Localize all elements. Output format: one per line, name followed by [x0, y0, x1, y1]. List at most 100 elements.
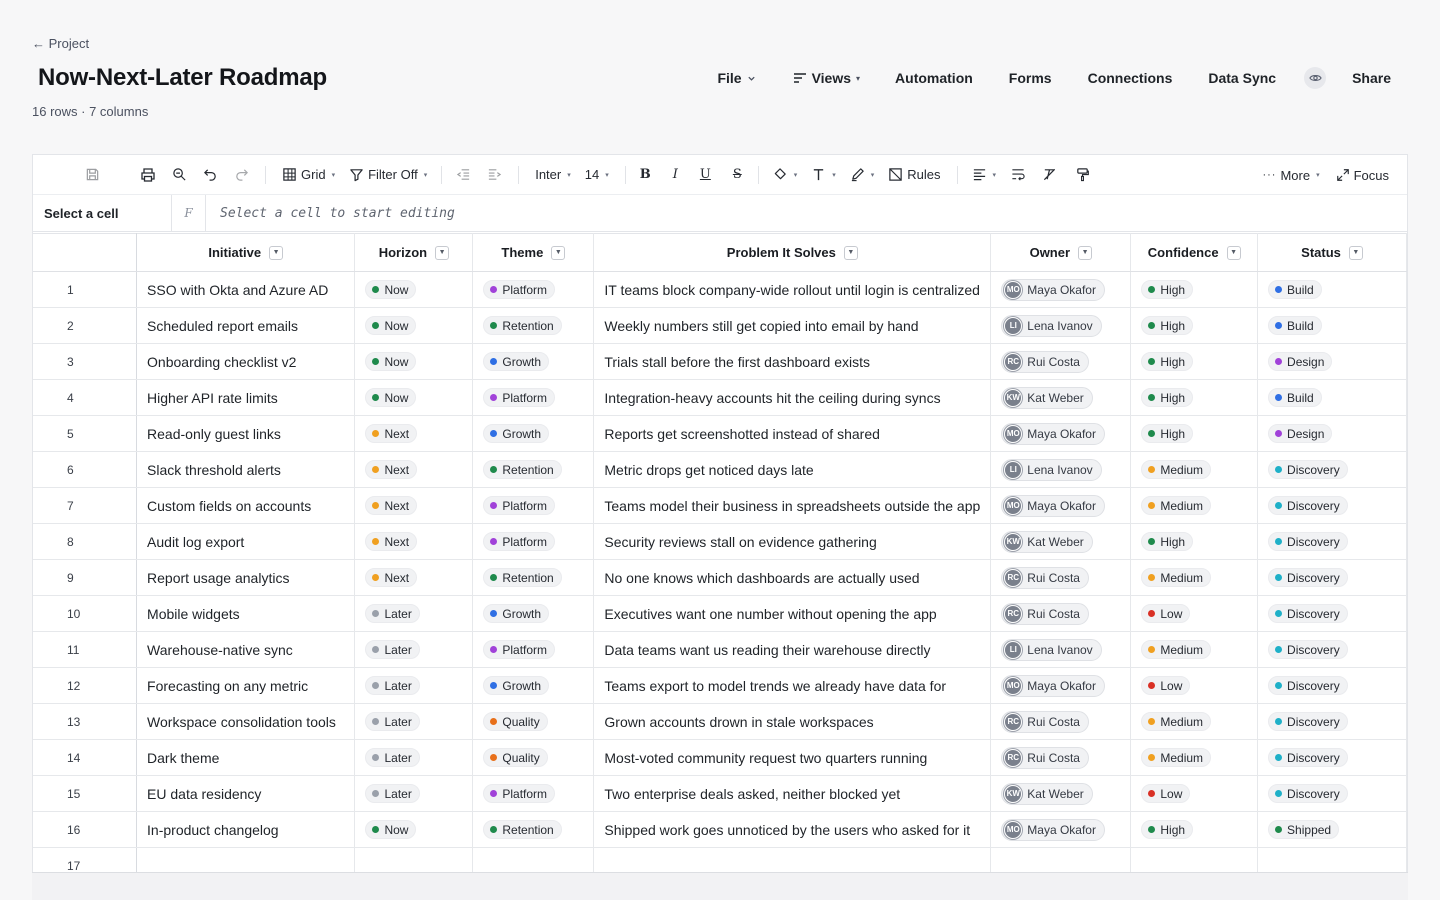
initiative-cell[interactable]: Report usage analytics — [136, 559, 356, 596]
confidence-cell[interactable]: Medium — [1130, 451, 1259, 488]
status-cell[interactable]: Design — [1257, 343, 1407, 380]
confidence-cell[interactable]: Medium — [1130, 559, 1259, 596]
save-button[interactable] — [85, 167, 100, 182]
problem-cell[interactable]: Security reviews stall on evidence gathe… — [593, 523, 992, 560]
horizon-cell[interactable]: Later — [354, 667, 474, 704]
initiative-cell[interactable]: SSO with Okta and Azure AD — [136, 271, 356, 308]
row-number[interactable]: 16 — [33, 811, 138, 848]
text-color-dropdown[interactable]: ▾ — [811, 167, 836, 182]
empty-cell[interactable] — [354, 847, 474, 874]
row-number[interactable]: 1 — [33, 271, 138, 308]
horizon-cell[interactable]: Now — [354, 271, 474, 308]
status-cell[interactable]: Discovery — [1257, 631, 1407, 668]
owner-cell[interactable]: KW Kat Weber — [990, 523, 1132, 560]
file-menu[interactable]: File — [717, 70, 755, 86]
row-number[interactable]: 5 — [33, 415, 138, 452]
theme-cell[interactable]: Growth — [472, 415, 595, 452]
format-painter-button[interactable] — [1075, 167, 1090, 182]
row-number[interactable]: 8 — [33, 523, 138, 560]
status-cell[interactable]: Design — [1257, 415, 1407, 452]
initiative-cell[interactable]: Onboarding checklist v2 — [136, 343, 356, 380]
row-number[interactable]: 13 — [33, 703, 138, 740]
initiative-cell[interactable]: Workspace consolidation tools — [136, 703, 356, 740]
problem-cell[interactable]: Two enterprise deals asked, neither bloc… — [593, 775, 992, 812]
confidence-cell[interactable]: High — [1130, 811, 1259, 848]
status-cell[interactable]: Shipped — [1257, 811, 1407, 848]
empty-cell[interactable] — [593, 847, 992, 874]
theme-cell[interactable]: Platform — [472, 775, 595, 812]
owner-cell[interactable]: RC Rui Costa — [990, 703, 1132, 740]
row-number[interactable]: 14 — [33, 739, 138, 776]
confidence-cell[interactable]: High — [1130, 343, 1259, 380]
wrap-text-button[interactable] — [1010, 167, 1026, 182]
owner-cell[interactable]: LI Lena Ivanov — [990, 631, 1132, 668]
status-cell[interactable]: Build — [1257, 271, 1407, 308]
initiative-cell[interactable]: EU data residency — [136, 775, 356, 812]
theme-cell[interactable]: Platform — [472, 271, 595, 308]
column-header-status[interactable]: Status ▼ — [1257, 233, 1407, 272]
column-header-horizon[interactable]: Horizon ▼ — [354, 233, 474, 272]
back-to-project-link[interactable]: ← Project — [32, 36, 89, 51]
initiative-cell[interactable]: Scheduled report emails — [136, 307, 356, 344]
owner-cell[interactable]: RC Rui Costa — [990, 595, 1132, 632]
rules-button[interactable]: Rules — [888, 167, 941, 182]
confidence-cell[interactable]: Low — [1130, 667, 1259, 704]
status-cell[interactable]: Discovery — [1257, 703, 1407, 740]
confidence-cell[interactable]: High — [1130, 307, 1259, 344]
horizon-cell[interactable]: Next — [354, 487, 474, 524]
status-cell[interactable]: Discovery — [1257, 595, 1407, 632]
fill-color-dropdown[interactable]: ▾ — [773, 167, 797, 182]
row-number[interactable]: 4 — [33, 379, 138, 416]
initiative-cell[interactable]: Mobile widgets — [136, 595, 356, 632]
status-cell[interactable]: Discovery — [1257, 487, 1407, 524]
print-button[interactable] — [140, 167, 156, 183]
italic-button[interactable]: I — [673, 167, 678, 182]
grid-view-dropdown[interactable]: Grid ▾ — [282, 167, 335, 182]
status-cell[interactable]: Discovery — [1257, 451, 1407, 488]
problem-cell[interactable]: Teams model their business in spreadshee… — [593, 487, 992, 524]
horizon-cell[interactable]: Now — [354, 379, 474, 416]
problem-cell[interactable]: Integration-heavy accounts hit the ceili… — [593, 379, 992, 416]
theme-cell[interactable]: Retention — [472, 451, 595, 488]
decrease-indent-button[interactable] — [456, 167, 471, 182]
theme-cell[interactable]: Platform — [472, 487, 595, 524]
preview-eye-button[interactable] — [1304, 67, 1327, 89]
status-cell[interactable]: Discovery — [1257, 523, 1407, 560]
theme-cell[interactable]: Retention — [472, 811, 595, 848]
column-header-initiative[interactable]: Initiative ▼ — [136, 233, 356, 272]
border-style-dropdown[interactable]: ▾ — [850, 167, 874, 182]
row-number[interactable]: 11 — [33, 631, 138, 668]
owner-cell[interactable]: RC Rui Costa — [990, 343, 1132, 380]
column-menu-caret-icon[interactable]: ▼ — [843, 245, 858, 260]
horizon-cell[interactable]: Later — [354, 739, 474, 776]
owner-cell[interactable]: MO Maya Okafor — [990, 667, 1132, 704]
horizon-cell[interactable]: Now — [354, 811, 474, 848]
theme-cell[interactable]: Retention — [472, 307, 595, 344]
confidence-cell[interactable]: Medium — [1130, 703, 1259, 740]
horizon-cell[interactable]: Next — [354, 451, 474, 488]
connections-link[interactable]: Connections — [1088, 70, 1173, 86]
empty-cell[interactable] — [1257, 847, 1407, 874]
confidence-cell[interactable]: High — [1130, 271, 1259, 308]
row-number[interactable]: 3 — [33, 343, 138, 380]
horizon-cell[interactable]: Next — [354, 559, 474, 596]
status-cell[interactable]: Build — [1257, 307, 1407, 344]
horizon-cell[interactable]: Later — [354, 595, 474, 632]
owner-cell[interactable]: RC Rui Costa — [990, 739, 1132, 776]
undo-button[interactable] — [203, 167, 218, 182]
font-family-dropdown[interactable]: Inter ▾ — [535, 167, 571, 182]
initiative-cell[interactable]: Dark theme — [136, 739, 356, 776]
row-number[interactable]: 12 — [33, 667, 138, 704]
horizon-cell[interactable]: Next — [354, 415, 474, 452]
confidence-cell[interactable]: Medium — [1130, 631, 1259, 668]
problem-cell[interactable]: Teams export to model trends we already … — [593, 667, 992, 704]
problem-cell[interactable]: Trials stall before the first dashboard … — [593, 343, 992, 380]
formula-input[interactable] — [206, 195, 1407, 231]
share-button[interactable]: Share — [1352, 70, 1391, 86]
theme-cell[interactable]: Quality — [472, 739, 595, 776]
row-number[interactable]: 9 — [33, 559, 138, 596]
theme-cell[interactable]: Growth — [472, 343, 595, 380]
confidence-cell[interactable]: Low — [1130, 775, 1259, 812]
initiative-cell[interactable]: Slack threshold alerts — [136, 451, 356, 488]
theme-cell[interactable]: Platform — [472, 523, 595, 560]
